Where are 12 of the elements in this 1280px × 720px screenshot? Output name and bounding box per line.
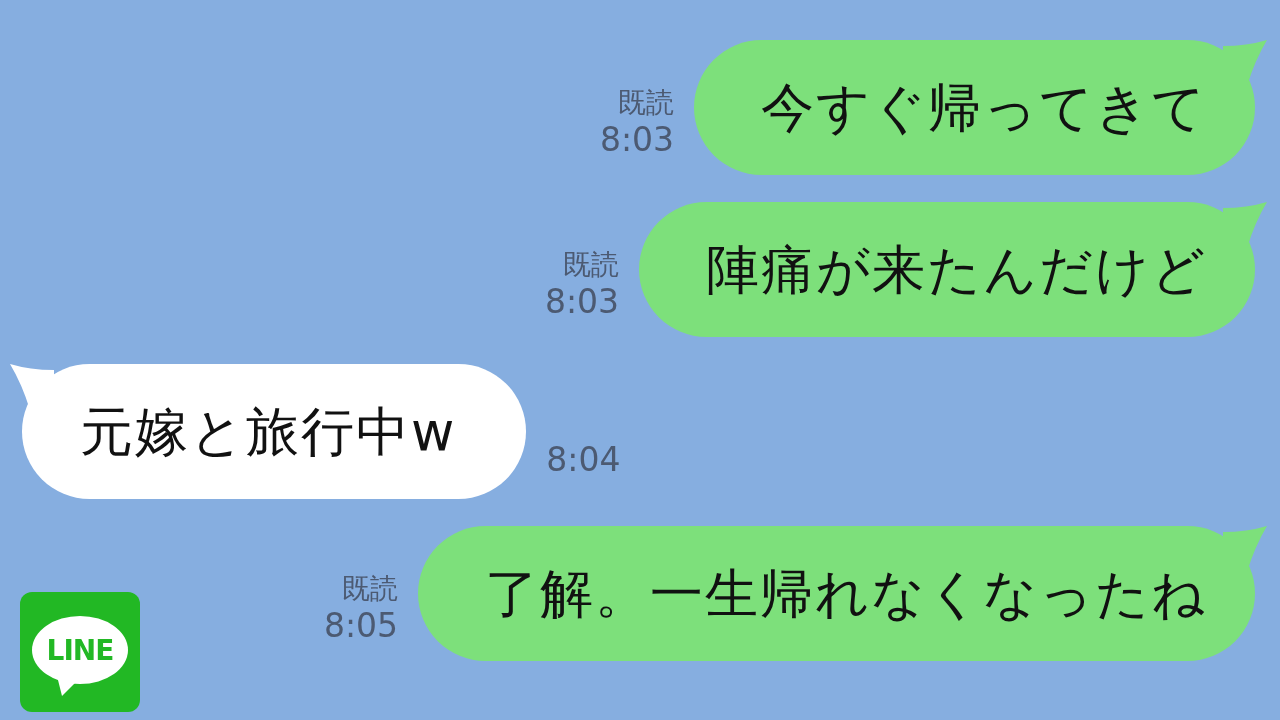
message-time: 8:03 bbox=[544, 283, 619, 321]
message-time: 8:05 bbox=[323, 607, 398, 645]
logo-speech-bubble: LINE bbox=[32, 616, 128, 696]
read-receipt: 既読 bbox=[618, 85, 674, 121]
message-bubble: 陣痛が来たんだけど bbox=[639, 202, 1267, 337]
message-bubble: 元嫁と旅行中w bbox=[10, 364, 527, 499]
message-time: 8:03 bbox=[599, 121, 674, 159]
message-bubble: 了解。一生帰れなくなったね bbox=[418, 526, 1267, 661]
read-receipt: 既読 bbox=[342, 571, 398, 607]
read-receipt: 既読 bbox=[563, 247, 619, 283]
message-bubble: 今すぐ帰ってきて bbox=[694, 40, 1267, 175]
message-time: 8:04 bbox=[546, 441, 621, 479]
